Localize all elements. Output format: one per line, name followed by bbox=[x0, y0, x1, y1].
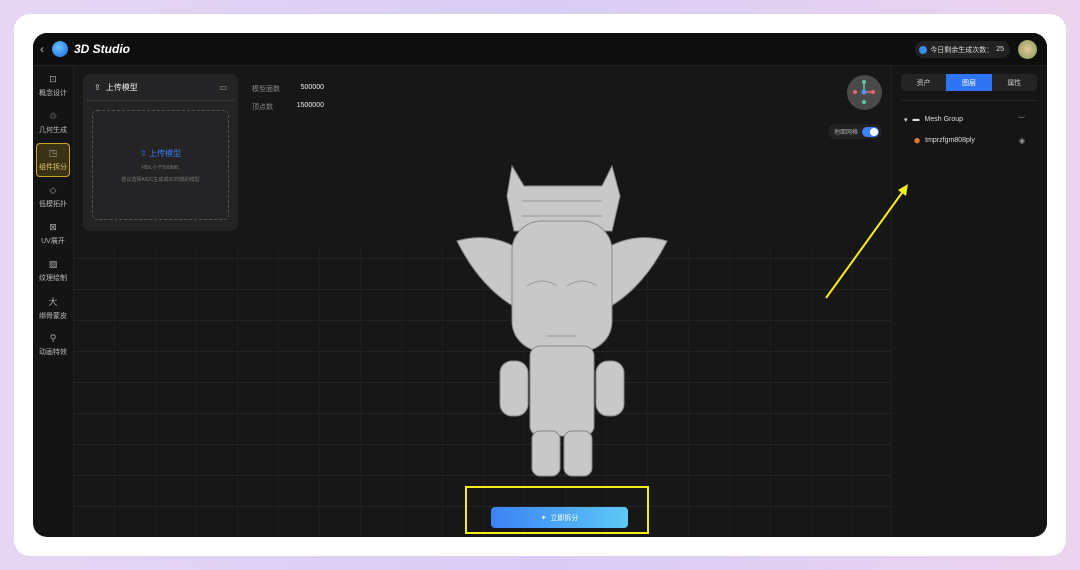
sidebar-item-label: 组件拆分 bbox=[39, 164, 67, 171]
sidebar-item-texture[interactable]: ▧ 纹理绘制 bbox=[36, 254, 70, 288]
sidebar-item-label: 纹理绘制 bbox=[39, 275, 67, 282]
top-bar: ‹ 3D Studio 今日剩余生成次数： 25 bbox=[33, 33, 1047, 66]
sidebar-item-geometry[interactable]: ♲ 几何生成 bbox=[36, 106, 70, 140]
vertex-count-value: 1500000 bbox=[296, 102, 324, 109]
quota-badge: 今日剩余生成次数： 25 bbox=[915, 41, 1010, 58]
sidebar-item-split[interactable]: ◳ 组件拆分 bbox=[36, 143, 70, 177]
toggle-switch[interactable] bbox=[862, 126, 879, 137]
layer-tree: ▾ ▬ Mesh Group ︶ ⬢ tmprzfgm808ply ◉ bbox=[892, 109, 1047, 151]
sidebar-item-label: 绑骨蒙皮 bbox=[39, 313, 67, 320]
sidebar-item-uv[interactable]: ⊠ UV展开 bbox=[36, 217, 70, 251]
layer-group-row[interactable]: ▾ ▬ Mesh Group ︶ bbox=[892, 109, 1047, 130]
sidebar-item-label: 概念设计 bbox=[39, 90, 67, 97]
face-count-value: 500000 bbox=[300, 84, 324, 91]
quota-value: 25 bbox=[996, 46, 1004, 53]
visibility-hidden-icon[interactable]: ︶ bbox=[1018, 115, 1025, 125]
app-title: 3D Studio bbox=[74, 42, 130, 56]
uv-icon: ⊠ bbox=[49, 222, 57, 232]
sidebar-item-animation[interactable]: ⚲ 动画特效 bbox=[36, 328, 70, 362]
avatar[interactable] bbox=[1018, 40, 1037, 59]
face-count-label: 模型面数 bbox=[252, 86, 280, 93]
mesh-name: tmprzfgm808ply bbox=[925, 137, 975, 144]
panel-toggle-icon[interactable]: ▭ bbox=[219, 83, 227, 92]
sparkle-icon: ✦ bbox=[540, 514, 547, 522]
tab-properties[interactable]: 属性 bbox=[992, 74, 1037, 91]
upload-icon: ⇪ bbox=[94, 82, 101, 92]
ground-grid-toggle[interactable]: 地面网格 bbox=[827, 124, 882, 139]
upload-button-label: 上传模型 bbox=[148, 148, 181, 158]
caret-down-icon[interactable]: ▾ bbox=[904, 116, 908, 124]
sidebar-item-label: 低模拓扑 bbox=[39, 201, 67, 208]
concept-icon: ⊡ bbox=[49, 74, 57, 84]
upload-hint-format: FBX,小于500MB, bbox=[141, 164, 180, 171]
3d-viewport[interactable]: ⇪ 上传模型 ▭ ⇪ 上传模型 FBX,小于500MB, 建议选择AIGC生成或3D… bbox=[74, 66, 891, 537]
quota-icon bbox=[919, 45, 928, 54]
orientation-gizmo-icon[interactable] bbox=[847, 75, 882, 110]
folder-icon: ▬ bbox=[912, 116, 920, 123]
quota-label: 今日剩余生成次数： bbox=[930, 46, 994, 54]
tab-assets[interactable]: 资产 bbox=[901, 74, 946, 91]
divider bbox=[901, 100, 1037, 101]
upload-panel: ⇪ 上传模型 ▭ ⇪ 上传模型 FBX,小于500MB, 建议选择AIGC生成或3D… bbox=[83, 74, 238, 231]
sidebar: ⊡ 概念设计 ♲ 几何生成 ◳ 组件拆分 ◇ 低模拓扑 ⊠ UV展开 ▧ 纹理绘制大绑骨蒙皮 ⚲ 动画特效 bbox=[33, 66, 74, 537]
sidebar-item-topology[interactable]: ◇ 低模拓扑 bbox=[36, 180, 70, 214]
topology-icon: ◇ bbox=[49, 185, 57, 195]
mesh-icon: ⬢ bbox=[914, 137, 921, 145]
upload-dropzone[interactable]: ⇪ 上传模型 FBX,小于500MB, 建议选择AIGC生成或3D扫描的模型 bbox=[92, 110, 229, 220]
sidebar-item-label: 动画特效 bbox=[39, 349, 67, 356]
sidebar-item-label: UV展开 bbox=[41, 238, 65, 245]
panel-tabs: 资产 图层 属性 bbox=[901, 74, 1037, 91]
upload-hint-source: 建议选择AIGC生成或3D扫描的模型 bbox=[121, 176, 200, 183]
split-now-button[interactable]: ✦ 立即拆分 bbox=[491, 507, 628, 528]
texture-icon: ▧ bbox=[48, 259, 58, 269]
sidebar-item-concept[interactable]: ⊡ 概念设计 bbox=[36, 69, 70, 103]
model-stats: 模型面数 500000 顶点数 1500000 bbox=[252, 84, 324, 120]
ground-grid-label: 地面网格 bbox=[833, 130, 858, 136]
rig-icon: 大 bbox=[48, 297, 58, 307]
geometry-icon: ♲ bbox=[48, 111, 58, 121]
upload-button[interactable]: ⇪ 上传模型 bbox=[140, 148, 181, 159]
upload-icon: ⇪ bbox=[140, 148, 149, 158]
animation-icon: ⚲ bbox=[49, 333, 57, 343]
sidebar-item-rig[interactable]: 大绑骨蒙皮 bbox=[36, 291, 70, 325]
group-name: Mesh Group bbox=[924, 116, 964, 123]
upload-panel-title: 上传模型 bbox=[105, 82, 138, 92]
3d-model-figure bbox=[456, 164, 668, 477]
vertex-count-label: 顶点数 bbox=[252, 104, 273, 111]
eye-icon[interactable]: ◉ bbox=[1019, 137, 1025, 145]
split-icon: ◳ bbox=[48, 148, 58, 158]
tab-layers[interactable]: 图层 bbox=[946, 74, 992, 91]
split-now-label: 立即拆分 bbox=[550, 514, 579, 522]
layer-mesh-row[interactable]: ⬢ tmprzfgm808ply ◉ bbox=[892, 130, 1047, 151]
sidebar-item-label: 几何生成 bbox=[39, 127, 67, 134]
back-button[interactable]: ‹ bbox=[40, 42, 44, 56]
annotation-arrow-icon bbox=[825, 184, 908, 299]
app-logo-icon bbox=[52, 41, 68, 57]
